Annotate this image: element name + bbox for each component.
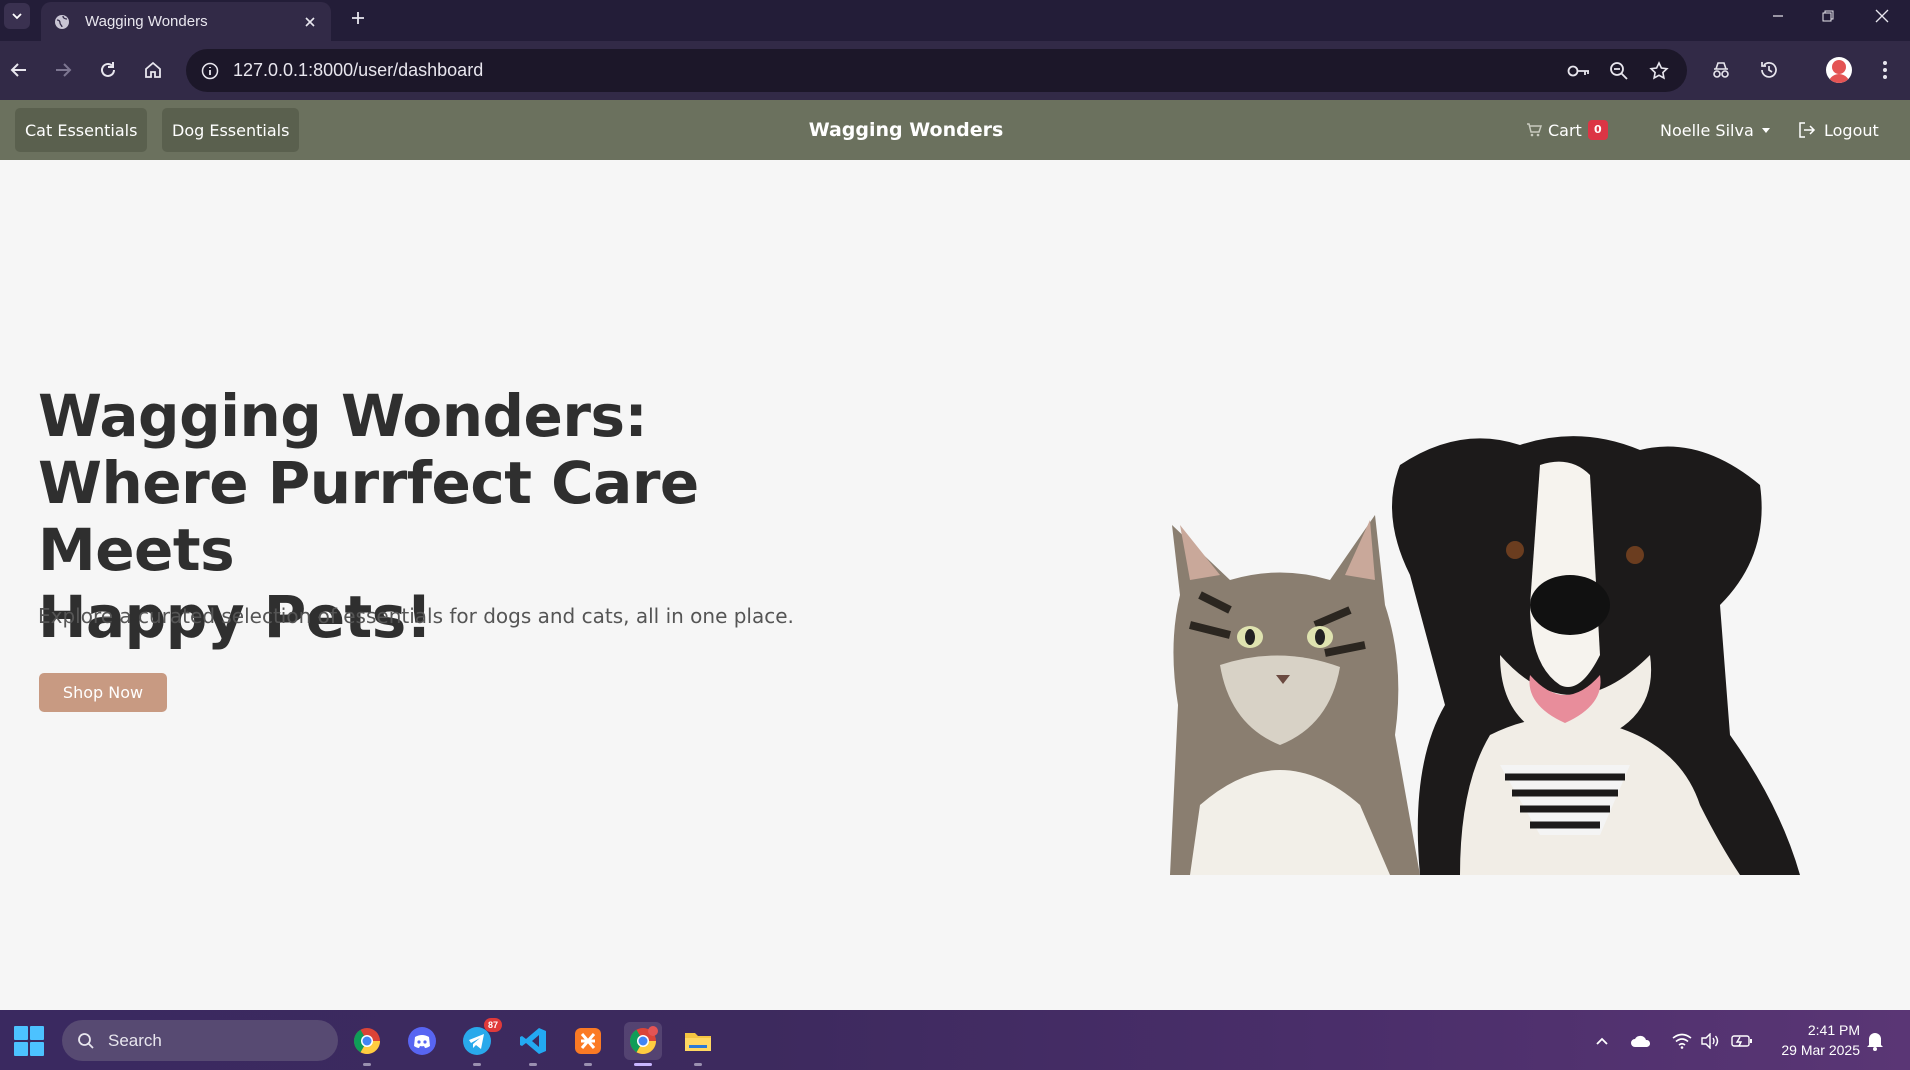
hero-subtitle: Explore a curated selection of essential…: [38, 604, 794, 628]
battery-icon[interactable]: [1731, 1030, 1753, 1052]
tab-search-button[interactable]: [4, 3, 30, 29]
site-info-icon[interactable]: [196, 57, 224, 85]
browser-tab-strip: Wagging Wonders: [0, 0, 1910, 41]
reload-icon: [101, 62, 115, 77]
wifi-icon[interactable]: [1671, 1030, 1693, 1052]
cat-illustration: [1170, 515, 1420, 875]
onedrive-cloud-icon[interactable]: [1630, 1030, 1652, 1052]
url-text[interactable]: 127.0.0.1:8000/user/dashboard: [233, 60, 483, 81]
dog-illustration: [1392, 436, 1800, 875]
password-key-icon[interactable]: [1566, 58, 1592, 84]
site-navbar: Cat Essentials Dog Essentials Wagging Wo…: [0, 100, 1910, 160]
search-icon: [76, 1031, 96, 1051]
hero-pets-image: [1160, 405, 1820, 875]
restore-button[interactable]: [1800, 0, 1856, 32]
forward-button[interactable]: [45, 52, 81, 88]
close-icon: [1875, 9, 1889, 23]
taskbar-xampp[interactable]: [569, 1022, 607, 1066]
cart-icon: [1527, 123, 1542, 137]
profile-avatar[interactable]: [1826, 57, 1852, 83]
close-window-button[interactable]: [1854, 0, 1910, 32]
globe-icon: [53, 13, 71, 31]
chrome-icon: [353, 1028, 381, 1055]
taskbar-telegram[interactable]: 87: [458, 1018, 502, 1066]
clock-time: 2:41 PM: [1807, 1022, 1860, 1038]
back-button[interactable]: [1, 52, 37, 88]
new-tab-button[interactable]: [344, 4, 372, 32]
clock-date: 29 Mar 2025: [1781, 1042, 1860, 1058]
arrow-left-icon: [10, 63, 26, 77]
discord-icon: [408, 1027, 436, 1055]
show-hidden-icons-chevron-icon[interactable]: [1591, 1030, 1613, 1052]
cart-label: Cart: [1548, 120, 1582, 140]
arrow-right-icon: [56, 63, 72, 77]
taskbar-chrome-profile[interactable]: [348, 1022, 386, 1066]
user-menu-dropdown[interactable]: Noelle Silva: [1660, 100, 1770, 160]
nav-dog-essentials[interactable]: Dog Essentials: [162, 108, 300, 152]
taskbar-vscode[interactable]: [514, 1022, 552, 1066]
nav-cat-essentials[interactable]: Cat Essentials: [15, 108, 148, 152]
tab-title: Wagging Wonders: [85, 13, 208, 30]
caret-down-icon: [1761, 127, 1770, 133]
history-icon[interactable]: [1754, 55, 1784, 85]
home-icon: [145, 61, 161, 78]
address-bar[interactable]: 127.0.0.1:8000/user/dashboard: [186, 49, 1687, 92]
taskbar-search[interactable]: Search: [62, 1020, 338, 1061]
more-menu-icon[interactable]: [1870, 55, 1900, 85]
hero-title-line-2: Where Purrfect Care Meets: [38, 449, 699, 584]
minimize-button[interactable]: [1750, 0, 1806, 32]
windows-taskbar: Search 87 2:41 PM 29 Mar 2025: [0, 1010, 1910, 1070]
reload-button[interactable]: [90, 52, 126, 88]
cart-link[interactable]: Cart 0: [1526, 100, 1608, 160]
browser-toolbar: 127.0.0.1:8000/user/dashboard: [0, 41, 1910, 100]
bookmark-star-icon[interactable]: [1646, 58, 1672, 84]
taskbar-discord[interactable]: [403, 1022, 441, 1060]
taskbar-file-explorer[interactable]: [679, 1022, 717, 1066]
windows-start-button[interactable]: [14, 1026, 44, 1056]
brand-text[interactable]: Wagging Wonders: [809, 119, 1004, 141]
tab-close-icon[interactable]: [301, 13, 319, 31]
volume-icon[interactable]: [1699, 1030, 1721, 1052]
logout-label: Logout: [1824, 120, 1879, 140]
folder-icon: [685, 1033, 711, 1051]
shop-now-button[interactable]: Shop Now: [39, 673, 167, 712]
home-button[interactable]: [135, 52, 171, 88]
vscode-icon: [520, 1028, 546, 1054]
taskbar-clock[interactable]: 2:41 PM 29 Mar 2025: [1770, 1020, 1860, 1060]
notification-bell-icon[interactable]: [1864, 1030, 1886, 1052]
restore-icon: [1822, 10, 1834, 22]
user-name: Noelle Silva: [1660, 120, 1754, 140]
taskbar-chrome[interactable]: [624, 1022, 662, 1066]
chevron-down-icon: [12, 13, 22, 20]
browser-tab-active[interactable]: Wagging Wonders: [41, 2, 331, 41]
incognito-icon[interactable]: [1706, 55, 1736, 85]
cart-count-badge: 0: [1587, 120, 1608, 140]
plus-icon: [352, 12, 364, 24]
search-placeholder: Search: [108, 1030, 162, 1050]
logout-link[interactable]: Logout: [1798, 100, 1879, 160]
telegram-badge: 87: [484, 1018, 502, 1032]
minimize-icon: [1773, 15, 1783, 17]
hero-title-line-1: Wagging Wonders:: [38, 382, 648, 450]
zoom-icon[interactable]: [1606, 58, 1632, 84]
logout-icon: [1799, 122, 1816, 138]
chrome-icon: [629, 1026, 658, 1055]
xampp-icon: [575, 1028, 601, 1054]
